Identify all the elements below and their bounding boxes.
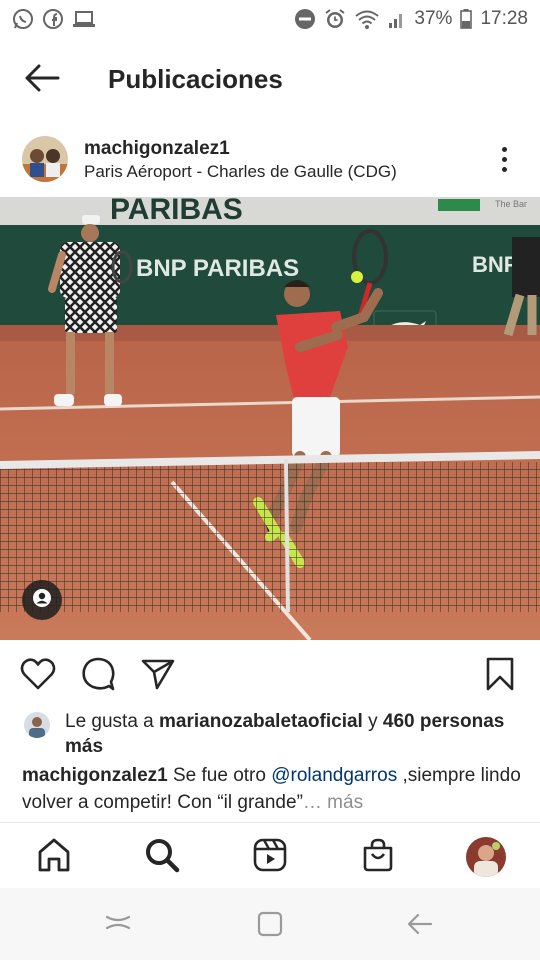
signal-icon — [388, 8, 406, 30]
system-navigation-bar — [0, 888, 540, 960]
post-photo[interactable]: PARIBAS The Bar BNP PARIBAS BNP — [0, 197, 540, 640]
post-action-bar — [0, 652, 540, 700]
banner-top-right-text: The Bar — [495, 199, 527, 209]
status-right: 37% 17:28 — [294, 8, 528, 30]
bottom-navigation — [0, 822, 540, 888]
reels-icon — [252, 837, 288, 878]
shop-icon — [360, 837, 396, 878]
bookmark-icon — [485, 657, 515, 696]
share-icon — [140, 657, 176, 696]
home-icon — [36, 837, 72, 878]
nav-home-button[interactable] — [32, 835, 76, 879]
more-vertical-icon-dot — [501, 146, 507, 152]
system-recents-button[interactable] — [98, 910, 138, 942]
banner-right-text: BNP — [472, 252, 518, 277]
wifi-icon — [354, 8, 380, 30]
arrow-left-icon — [24, 64, 60, 97]
comment-icon — [80, 656, 116, 697]
clock-time: 17:28 — [480, 8, 528, 29]
laptop-icon — [72, 8, 96, 30]
user-tag-button[interactable] — [22, 580, 62, 620]
share-button[interactable] — [138, 656, 178, 696]
caption-username[interactable]: machigonzalez1 — [22, 765, 168, 786]
back-button[interactable] — [20, 62, 64, 98]
nav-search-button[interactable] — [140, 835, 184, 879]
facebook-icon — [42, 8, 64, 30]
comment-button[interactable] — [78, 656, 118, 696]
profile-avatar — [466, 837, 506, 877]
system-back-icon — [405, 911, 435, 942]
system-home-button[interactable] — [250, 910, 290, 942]
more-vertical-icon-dot — [501, 166, 507, 172]
nav-shop-button[interactable] — [356, 835, 400, 879]
post-header: machigonzalez1 Paris Aéroport - Charles … — [0, 128, 540, 192]
save-button[interactable] — [480, 656, 520, 696]
alarm-icon — [324, 8, 346, 30]
page-title: Publicaciones — [108, 64, 283, 94]
nav-reels-button[interactable] — [248, 835, 292, 879]
heart-icon — [20, 657, 56, 696]
banner-top-text: PARIBAS — [110, 197, 243, 226]
like-button[interactable] — [18, 656, 58, 696]
status-bar: 37% 17:28 — [0, 0, 540, 38]
system-back-button[interactable] — [400, 910, 440, 942]
search-icon — [144, 837, 180, 878]
post-location[interactable]: Paris Aéroport - Charles de Gaulle (CDG) — [84, 162, 397, 182]
likes-text: Le gusta a marianozabaletaoficial y 460 … — [65, 709, 515, 759]
do-not-disturb-icon — [294, 8, 316, 30]
recents-icon — [103, 911, 133, 942]
more-vertical-icon-dot — [501, 156, 507, 162]
liker-username[interactable]: marianozabaletaoficial — [159, 711, 363, 732]
post-username[interactable]: machigonzalez1 — [84, 138, 230, 160]
battery-percentage: 37% — [414, 8, 453, 29]
nav-profile-button[interactable] — [464, 835, 508, 879]
status-left — [12, 8, 96, 30]
banner-main-text: BNP PARIBAS — [136, 255, 299, 282]
user-tag-icon — [32, 588, 52, 613]
likes-prefix: Le gusta a — [65, 711, 160, 732]
post-author-avatar[interactable] — [22, 136, 68, 182]
whatsapp-icon — [12, 8, 34, 30]
home-square-icon — [256, 910, 284, 943]
caption-text-before: Se fue otro — [167, 765, 272, 786]
caption-more-link[interactable]: … más — [303, 792, 363, 813]
post-caption: machigonzalez1 Se fue otro @rolandgarros… — [22, 762, 522, 816]
battery-icon — [460, 8, 473, 30]
post-options-button[interactable] — [490, 142, 518, 176]
app-header: Publicaciones — [0, 50, 540, 110]
caption-mention[interactable]: @rolandgarros — [271, 765, 397, 786]
liker-avatar — [24, 712, 50, 738]
likes-connector: y — [362, 711, 383, 732]
